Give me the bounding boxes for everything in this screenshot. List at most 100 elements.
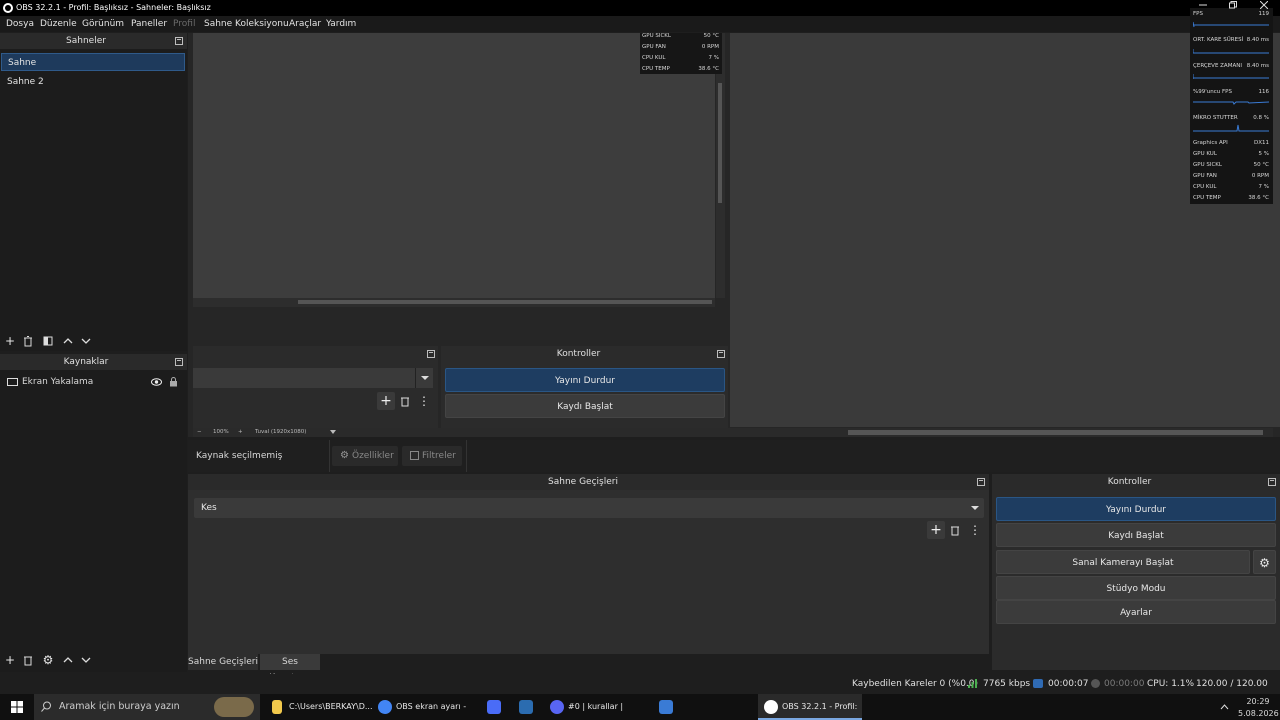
overlay-label: FPS	[1193, 11, 1203, 17]
menu-araclar[interactable]: Araçlar	[289, 16, 321, 32]
stop-stream-button[interactable]: Yayını Durdur	[996, 497, 1276, 521]
transition-select[interactable]: Kes	[194, 498, 984, 518]
chevron-up-icon[interactable]	[1220, 703, 1229, 711]
overlay-value: 8.40 ms	[1246, 37, 1269, 43]
menu-profil[interactable]: Profil	[173, 16, 195, 32]
more-options-icon[interactable]: ⋮	[418, 395, 430, 407]
settings-button[interactable]: Ayarlar	[996, 600, 1276, 624]
window-title: OBS 32.2.1 - Profil: Başlıksız - Sahnele…	[16, 3, 211, 12]
overlay-value: 38.6 °C	[1248, 195, 1269, 201]
source-properties-icon[interactable]: ⚙	[42, 654, 54, 666]
overlay-label: ORT. KARE SÜRESİ	[1193, 37, 1244, 43]
menu-yardim[interactable]: Yardım	[326, 16, 356, 32]
move-up-icon[interactable]	[62, 654, 74, 666]
horizontal-scrollbar[interactable]	[848, 430, 1263, 435]
restore-icon[interactable]	[1229, 1, 1237, 9]
undock-icon[interactable]	[427, 350, 435, 358]
scenes-title: Sahneler	[66, 36, 106, 46]
chevron-down-icon[interactable]	[330, 430, 336, 434]
remove-icon[interactable]	[399, 395, 411, 407]
source-item[interactable]: Ekran Yakalama	[0, 373, 187, 391]
low-fps-graph	[1193, 101, 1270, 105]
inner-start-record-button[interactable]: Kaydı Başlat	[445, 394, 725, 418]
obs-icon	[764, 700, 778, 714]
scene-item[interactable]: Sahne	[1, 53, 185, 71]
tab-scene-transitions[interactable]: Sahne Geçişleri	[188, 654, 258, 670]
taskbar-app-obs[interactable]: OBS 32.2.1 - Profil: ...	[758, 694, 862, 720]
taskbar-search-box[interactable]: Aramak için buraya yazın	[34, 694, 260, 720]
overlay-label: CPU TEMP	[1193, 195, 1221, 201]
stat-label: CPU TEMP	[642, 66, 670, 72]
eye-icon[interactable]	[151, 378, 162, 386]
overlay-value: 7 %	[1258, 184, 1269, 190]
minimize-icon[interactable]	[1199, 1, 1207, 9]
stat-value: 50 °C	[703, 33, 719, 39]
zoom-in-button[interactable]: +	[238, 428, 243, 437]
menu-duzenle[interactable]: Düzenle	[40, 16, 77, 32]
scene-filters-icon[interactable]	[42, 335, 54, 347]
menu-gorunum[interactable]: Görünüm	[82, 16, 124, 32]
taskbar-app-6[interactable]	[652, 694, 680, 720]
taskbar-app-discord[interactable]: #0 | kurallar | Kick...	[544, 694, 648, 720]
taskbar-app-explorer[interactable]: C:\Users\BERKAY\D...	[266, 694, 373, 720]
menu-paneller[interactable]: Paneller	[131, 16, 167, 32]
undock-icon[interactable]	[717, 350, 725, 358]
move-down-icon[interactable]	[80, 654, 92, 666]
app-icon	[519, 700, 533, 714]
transitions-dock: Sahne Geçişleri Kes + ⋮	[188, 474, 989, 654]
taskbar-clock[interactable]: 20:29 5.08.2026	[1238, 694, 1279, 720]
filters-button[interactable]: Filtreler	[402, 446, 462, 466]
bitrate: 7765 kbps	[983, 679, 1031, 689]
undock-icon[interactable]	[1268, 478, 1276, 486]
move-down-icon[interactable]	[80, 335, 92, 347]
inner-stop-stream-button[interactable]: Yayını Durdur	[445, 368, 725, 392]
taskbar: Aramak için buraya yazın C:\Users\BERKAY…	[0, 694, 1280, 720]
add-source-icon[interactable]: +	[4, 654, 16, 666]
cpu-usage: CPU: 1.1%	[1147, 679, 1195, 689]
start-record-button[interactable]: Kaydı Başlat	[996, 523, 1276, 547]
taskbar-app-chrome[interactable]: OBS ekran ayarı - G...	[372, 694, 474, 720]
add-scene-icon[interactable]: +	[4, 335, 16, 347]
menu-sahne-koleksiyonu[interactable]: Sahne Koleksiyonu	[204, 16, 289, 32]
record-time: 00:00:00	[1104, 679, 1145, 689]
add-icon[interactable]: +	[377, 392, 395, 410]
taskbar-app-3[interactable]	[480, 694, 508, 720]
clock-date: 5.08.2026	[1238, 709, 1279, 718]
taskbar-app-4[interactable]	[512, 694, 540, 720]
undock-icon[interactable]	[175, 358, 183, 366]
bottom-tab-bar: Sahne Geçişleri Ses Karıştırıcı	[188, 654, 989, 683]
transition-value: Kes	[201, 503, 217, 513]
overlay-value: 5 %	[1258, 151, 1269, 157]
more-options-icon[interactable]: ⋮	[969, 524, 981, 536]
chevron-down-icon[interactable]	[966, 498, 984, 518]
zoom-out-button[interactable]: −	[197, 428, 202, 437]
undock-icon[interactable]	[977, 478, 985, 486]
move-up-icon[interactable]	[62, 335, 74, 347]
start-virtual-camera-button[interactable]: Sanal Kamerayı Başlat	[996, 550, 1250, 574]
windows-start-icon[interactable]	[11, 701, 23, 713]
add-transition-icon[interactable]: +	[927, 521, 945, 539]
zoom-bar: − 100% + Tuval (1920x1080)	[193, 428, 1273, 437]
close-icon[interactable]	[1260, 1, 1268, 9]
chevron-down-icon[interactable]	[415, 368, 433, 388]
canvas-size: Tuval (1920x1080)	[255, 429, 307, 435]
taskbar-app-label: OBS ekran ayarı - G...	[396, 702, 467, 711]
remove-transition-icon[interactable]	[949, 524, 961, 536]
remove-source-icon[interactable]	[22, 654, 34, 666]
tab-audio-mixer[interactable]: Ses Karıştırıcı	[260, 654, 320, 683]
scene-item[interactable]: Sahne 2	[1, 73, 185, 91]
virtual-camera-settings-icon[interactable]: ⚙	[1253, 550, 1276, 574]
undock-icon[interactable]	[175, 37, 183, 45]
title-bar: OBS 32.2.1 - Profil: Başlıksız - Sahnele…	[0, 0, 1280, 16]
overlay-label: %99'uncu FPS	[1193, 89, 1232, 95]
studio-mode-button[interactable]: Stüdyo Modu	[996, 576, 1276, 600]
menu-dosya[interactable]: Dosya	[6, 16, 34, 32]
stat-label: CPU KUL	[642, 55, 666, 61]
preview-scrollbar-h[interactable]	[193, 298, 715, 307]
properties-button[interactable]: ⚙ Özellikler	[332, 446, 398, 466]
overlay-label: Graphics API	[1193, 140, 1228, 146]
remove-scene-icon[interactable]	[22, 335, 34, 347]
lock-icon[interactable]	[169, 377, 178, 387]
inner-transition-select[interactable]	[193, 368, 433, 388]
overlay-label: GPU FAN	[1193, 173, 1217, 179]
